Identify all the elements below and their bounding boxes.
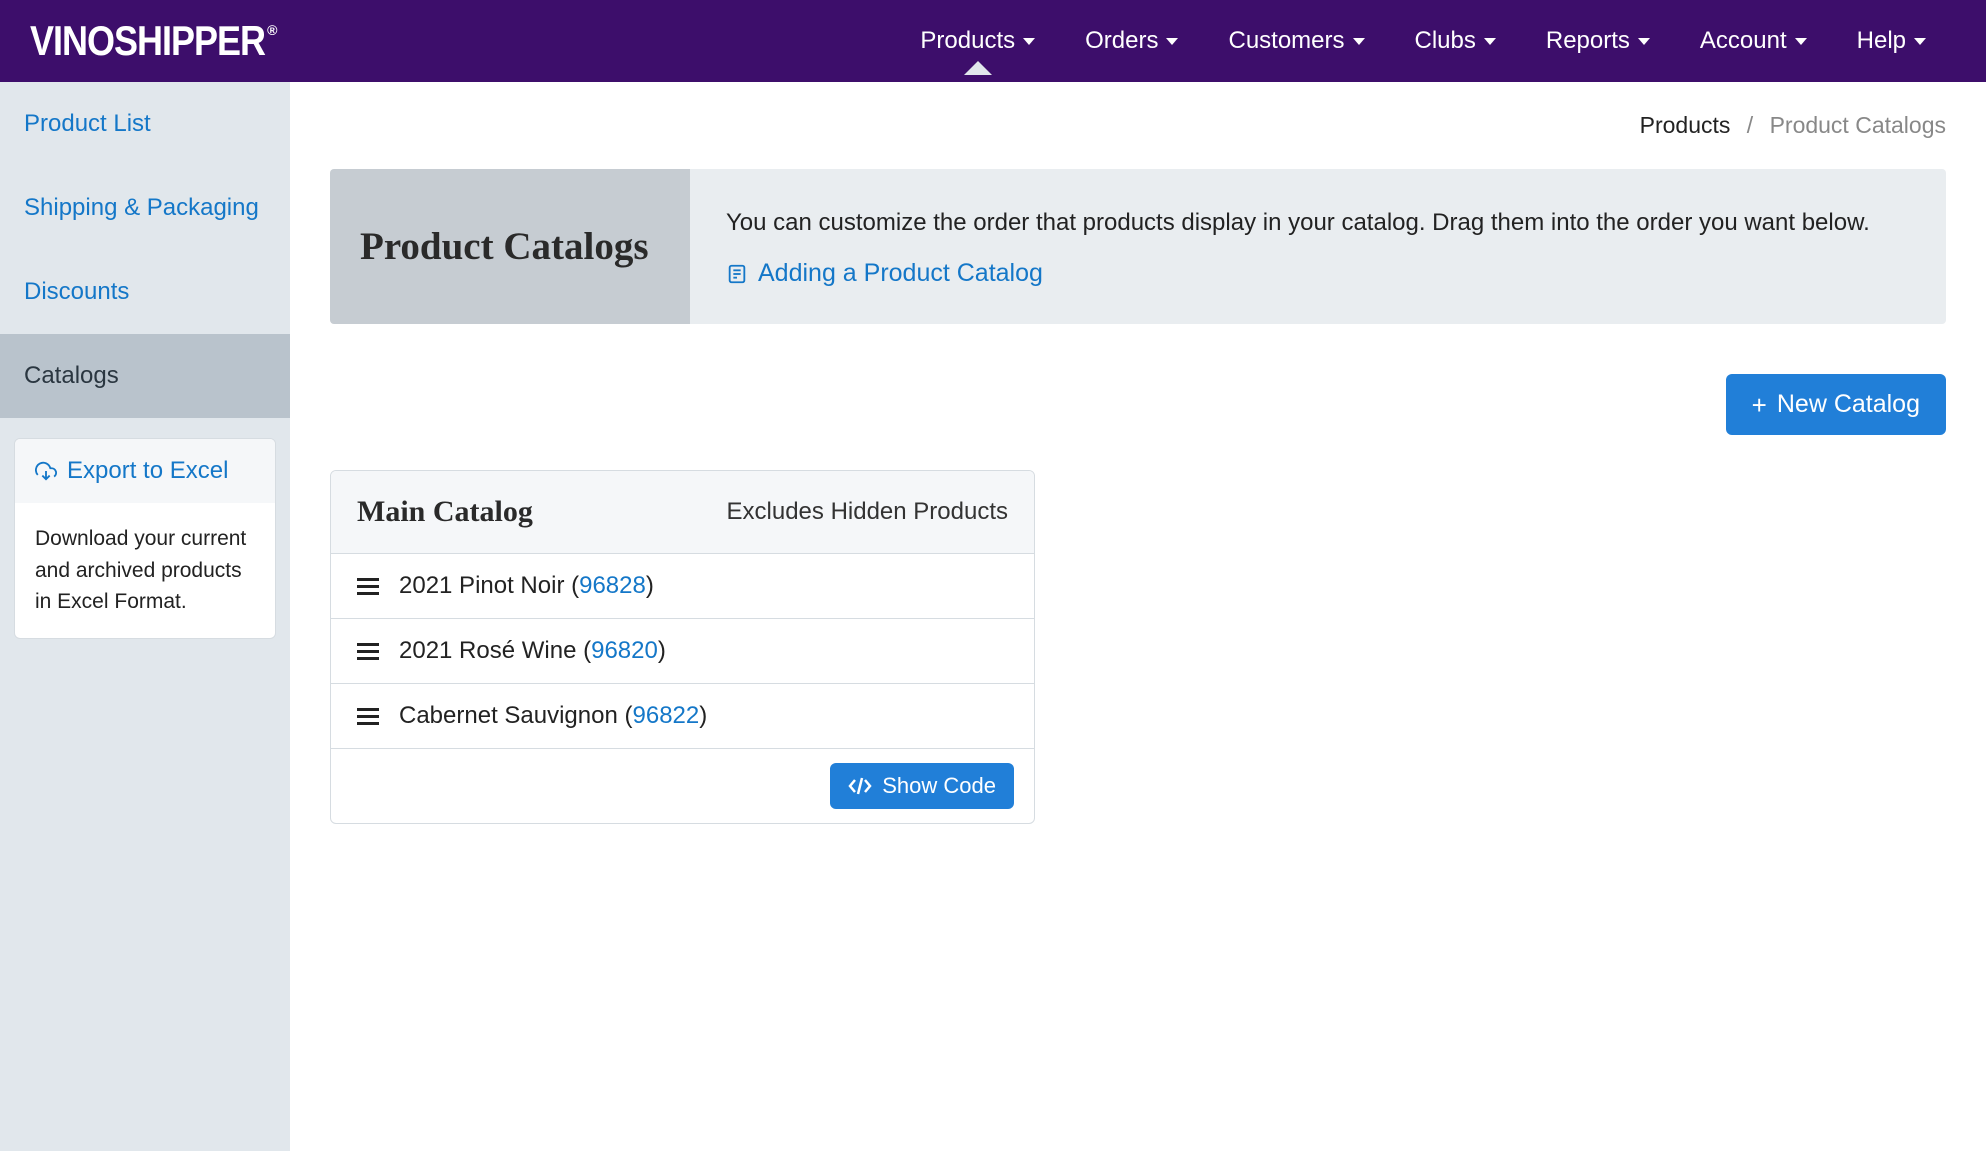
nav-item-help[interactable]: Help — [1857, 27, 1926, 55]
plus-icon: + — [1752, 392, 1767, 418]
sidebar-item-discounts[interactable]: Discounts — [0, 250, 290, 334]
show-code-label: Show Code — [882, 773, 996, 799]
nav-item-reports[interactable]: Reports — [1546, 27, 1650, 55]
sidebar-item-shipping-packaging[interactable]: Shipping & Packaging — [0, 166, 290, 250]
caret-down-icon — [1166, 38, 1178, 45]
sidebar-item-catalogs[interactable]: Catalogs — [0, 334, 290, 418]
export-card: Export to Excel Download your current an… — [14, 438, 276, 639]
breadcrumb: Products / Product Catalogs — [330, 112, 1946, 139]
export-title: Export to Excel — [67, 457, 228, 485]
show-code-button[interactable]: Show Code — [830, 763, 1014, 809]
book-icon — [726, 263, 748, 285]
hero-description: You can customize the order that product… — [726, 205, 1910, 241]
catalog-item[interactable]: Cabernet Sauvignon (96822) — [331, 683, 1034, 748]
hero-link-text: Adding a Product Catalog — [758, 259, 1043, 288]
nav-label: Orders — [1085, 27, 1158, 55]
item-name: 2021 Rosé Wine — [399, 637, 583, 664]
item-name: Cabernet Sauvignon — [399, 702, 625, 729]
catalog-card: Main Catalog Excludes Hidden Products 20… — [330, 470, 1035, 824]
new-catalog-button[interactable]: + New Catalog — [1726, 374, 1946, 435]
top-navbar: VINOSHIPPER® Products Orders Customers Club… — [0, 0, 1986, 82]
breadcrumb-parent[interactable]: Products — [1640, 112, 1731, 138]
nav-label: Products — [920, 27, 1015, 55]
drag-handle-icon[interactable] — [357, 708, 379, 725]
export-description: Download your current and archived produ… — [15, 503, 275, 638]
nav-label: Customers — [1228, 27, 1344, 55]
page-title: Product Catalogs — [360, 224, 649, 269]
breadcrumb-current: Product Catalogs — [1770, 112, 1946, 138]
drag-handle-icon[interactable] — [357, 578, 379, 595]
catalog-item[interactable]: 2021 Pinot Noir (96828) — [331, 553, 1034, 618]
nav-label: Clubs — [1415, 27, 1476, 55]
breadcrumb-separator: / — [1747, 112, 1753, 138]
item-id-link[interactable]: 96820 — [591, 637, 658, 664]
item-id-link[interactable]: 96828 — [579, 572, 646, 599]
catalog-title: Main Catalog — [357, 495, 533, 529]
nav-item-products[interactable]: Products — [920, 27, 1035, 55]
catalog-item[interactable]: 2021 Rosé Wine (96820) — [331, 618, 1034, 683]
caret-down-icon — [1638, 38, 1650, 45]
nav-items: Products Orders Customers Clubs Reports Accou… — [920, 27, 1956, 55]
cloud-download-icon — [35, 460, 57, 482]
drag-handle-icon[interactable] — [357, 643, 379, 660]
nav-label: Help — [1857, 27, 1906, 55]
item-id-link[interactable]: 96822 — [633, 702, 700, 729]
catalog-header: Main Catalog Excludes Hidden Products — [331, 471, 1034, 553]
caret-down-icon — [1795, 38, 1807, 45]
nav-item-customers[interactable]: Customers — [1228, 27, 1364, 55]
brand-logo[interactable]: VINOSHIPPER® — [30, 20, 276, 62]
sidebar-item-product-list[interactable]: Product List — [0, 82, 290, 166]
nav-label: Reports — [1546, 27, 1630, 55]
catalog-note: Excludes Hidden Products — [727, 498, 1008, 526]
caret-down-icon — [1353, 38, 1365, 45]
sidebar: Product ListShipping & PackagingDiscount… — [0, 82, 290, 1151]
adding-catalog-link[interactable]: Adding a Product Catalog — [726, 259, 1910, 288]
item-text: Cabernet Sauvignon (96822) — [399, 702, 707, 730]
nav-item-account[interactable]: Account — [1700, 27, 1807, 55]
nav-item-orders[interactable]: Orders — [1085, 27, 1178, 55]
export-to-excel-link[interactable]: Export to Excel — [15, 439, 275, 503]
hero-panel: Product Catalogs You can customize the o… — [330, 169, 1946, 324]
nav-label: Account — [1700, 27, 1787, 55]
item-text: 2021 Pinot Noir (96828) — [399, 572, 654, 600]
caret-down-icon — [1023, 38, 1035, 45]
main-content: Products / Product Catalogs Product Cata… — [290, 82, 1986, 1151]
code-icon — [848, 777, 872, 795]
item-text: 2021 Rosé Wine (96820) — [399, 637, 666, 665]
caret-down-icon — [1914, 38, 1926, 45]
item-name: 2021 Pinot Noir — [399, 572, 571, 599]
new-catalog-label: New Catalog — [1777, 390, 1920, 419]
active-indicator — [964, 61, 992, 75]
nav-item-clubs[interactable]: Clubs — [1415, 27, 1496, 55]
caret-down-icon — [1484, 38, 1496, 45]
